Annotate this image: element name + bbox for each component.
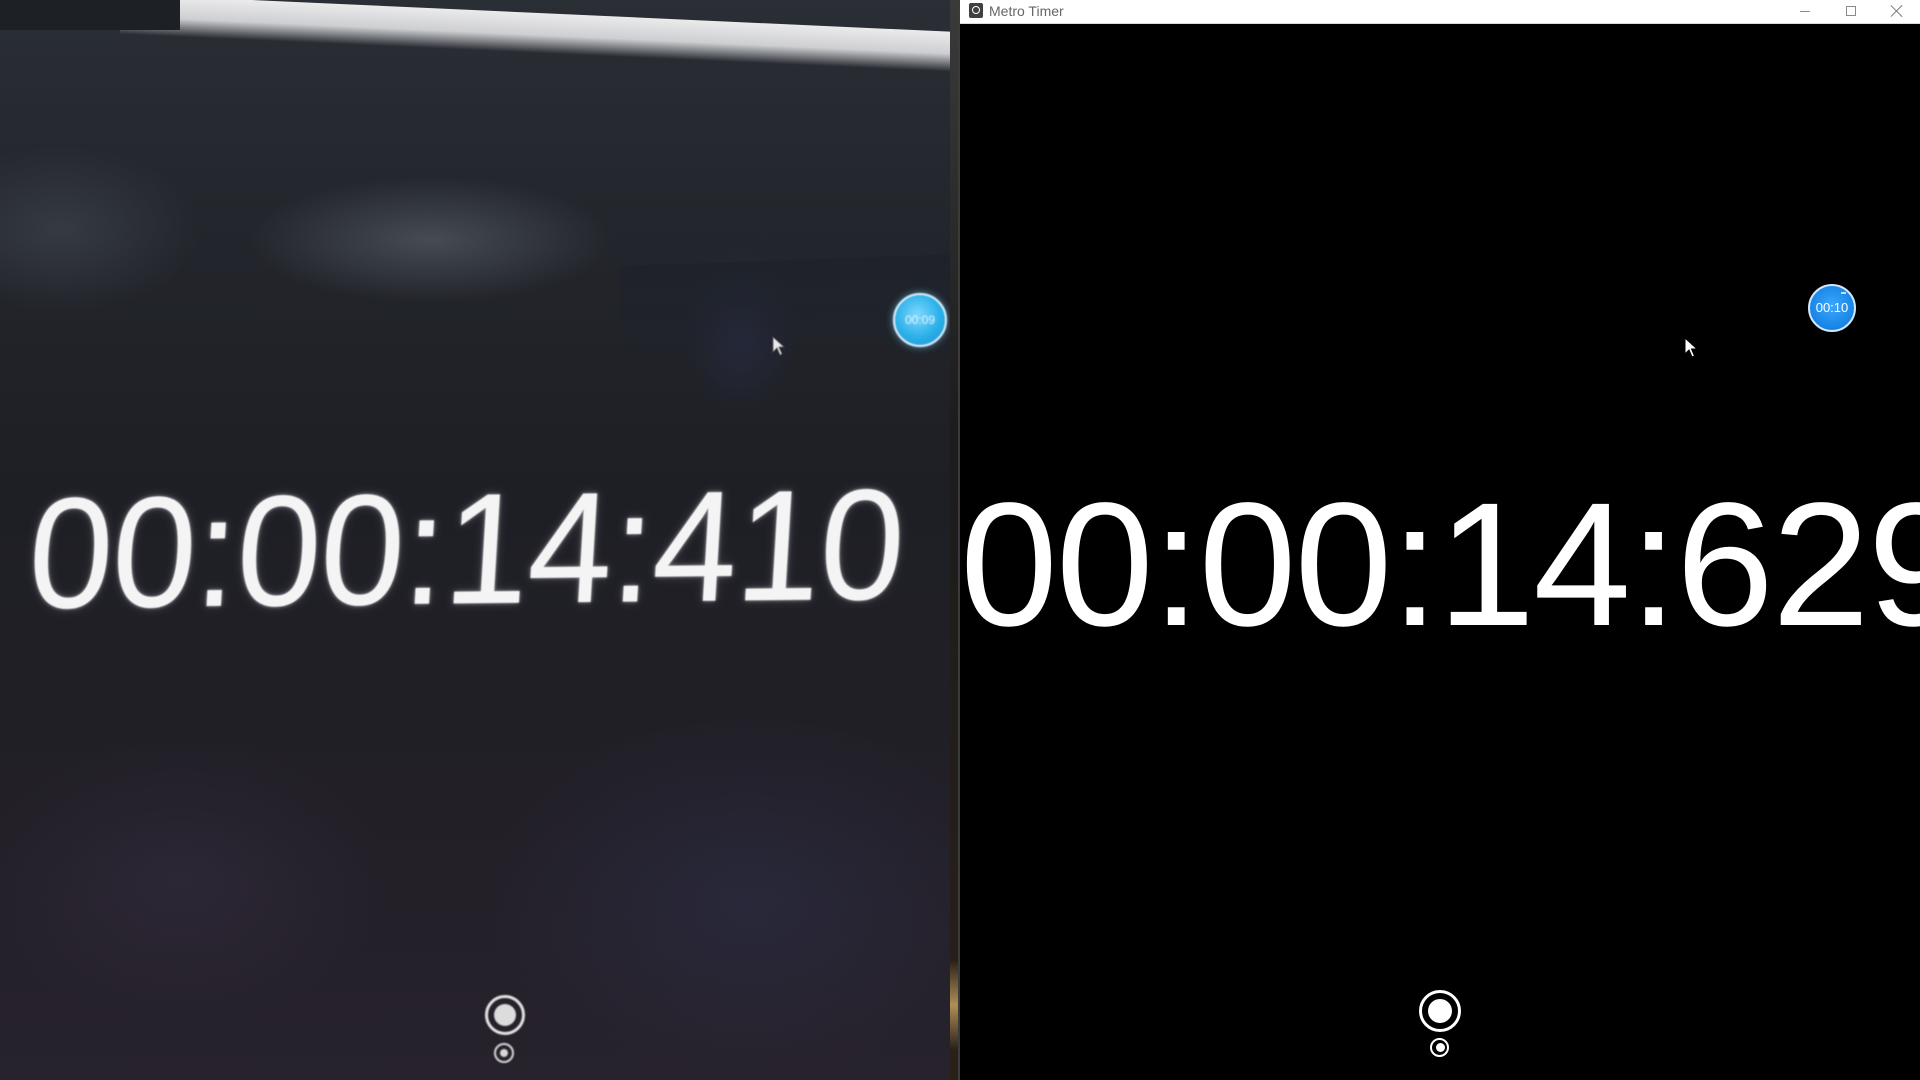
mouse-pointer-icon — [1684, 337, 1698, 358]
screen-glare — [120, 0, 958, 74]
photo-lap-icon — [494, 1043, 514, 1063]
title-bar[interactable]: Metro Timer — [960, 0, 1920, 24]
window-title: Metro Timer — [989, 3, 1064, 19]
minimize-icon — [1800, 10, 1810, 12]
lap-time-badge[interactable]: 00:10 — [1808, 284, 1856, 332]
close-icon — [1890, 4, 1904, 18]
screen: 00:09 00:00:14:410 Metro Timer 00:10 00:… — [0, 0, 1920, 1080]
maximize-icon — [1846, 6, 1856, 16]
badge-tick-mark — [1841, 292, 1846, 294]
start-stop-button[interactable] — [1419, 990, 1461, 1032]
photo-bezel-edge — [950, 0, 958, 1080]
camera-photo-panel: 00:09 00:00:14:410 — [0, 0, 958, 1080]
photo-record-icon — [485, 995, 525, 1035]
photo-timer-display: 00:00:14:410 — [23, 456, 909, 642]
close-button[interactable] — [1874, 0, 1920, 22]
lap-button[interactable] — [1430, 1038, 1449, 1057]
photo-cursor-icon — [772, 336, 786, 356]
minimize-button[interactable] — [1782, 0, 1828, 22]
lap-time-badge-text: 00:10 — [1815, 300, 1849, 315]
metro-timer-window: Metro Timer 00:10 00:00:14:629 — [960, 0, 1920, 1080]
photo-corner-shadow — [0, 0, 180, 30]
photo-lap-badge: 00:09 — [893, 293, 947, 347]
timer-display: 00:00:14:629 — [960, 467, 1920, 663]
photo-light-reflection — [950, 960, 958, 1050]
stopwatch-app-icon — [969, 3, 983, 18]
maximize-button[interactable] — [1828, 0, 1874, 22]
